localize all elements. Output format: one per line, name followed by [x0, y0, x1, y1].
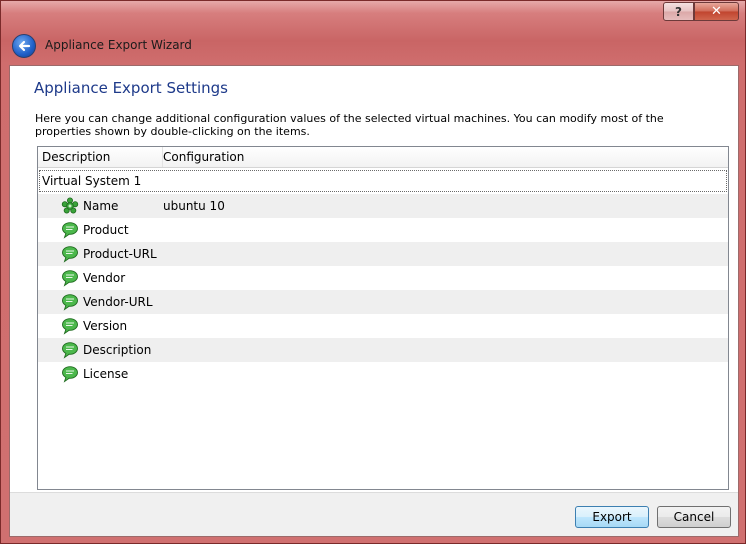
- window-title: Appliance Export Wizard: [45, 38, 192, 52]
- speech-bubble-icon: [62, 270, 78, 287]
- wizard-window: ? ✕ Appliance Export Wizard Appliance Ex…: [0, 0, 746, 544]
- wizard-client-area: Appliance Export Settings Here you can c…: [9, 65, 739, 537]
- speech-bubble-icon: [62, 222, 78, 239]
- speech-bubble-icon: [62, 366, 78, 383]
- footer-divider: [10, 492, 738, 493]
- row-label: Name: [83, 199, 119, 213]
- table-row[interactable]: Name ubuntu 10: [38, 194, 728, 218]
- column-header-configuration[interactable]: Configuration: [159, 147, 723, 167]
- speech-bubble-icon: [62, 294, 78, 311]
- speech-bubble-icon: [62, 246, 78, 263]
- tree-header: Description Configuration: [38, 147, 728, 168]
- wizard-page: Appliance Export Settings Here you can c…: [10, 66, 738, 492]
- table-row[interactable]: License: [38, 362, 728, 386]
- row-label: Vendor: [83, 271, 126, 285]
- help-button[interactable]: ?: [663, 2, 694, 21]
- row-label: Description: [83, 343, 152, 357]
- row-value: ubuntu 10: [163, 199, 225, 213]
- table-row[interactable]: Description: [38, 338, 728, 362]
- table-row[interactable]: Vendor-URL: [38, 290, 728, 314]
- cancel-button[interactable]: Cancel: [657, 506, 731, 528]
- export-button[interactable]: Export: [575, 506, 649, 528]
- speech-bubble-icon: [62, 342, 78, 359]
- speech-bubble-icon: [62, 318, 78, 335]
- settings-tree[interactable]: Description Configuration Virtual System…: [37, 146, 729, 490]
- page-description: Here you can change additional configura…: [35, 112, 664, 138]
- name-gear-icon: [61, 197, 79, 214]
- table-row[interactable]: Product: [38, 218, 728, 242]
- table-row[interactable]: Version: [38, 314, 728, 338]
- close-button[interactable]: ✕: [694, 2, 739, 21]
- page-title: Appliance Export Settings: [34, 79, 228, 97]
- table-row[interactable]: Vendor: [38, 266, 728, 290]
- tree-group-virtual-system[interactable]: Virtual System 1: [39, 170, 727, 192]
- row-label: License: [83, 367, 129, 381]
- row-label: Vendor-URL: [83, 295, 153, 309]
- column-header-description[interactable]: Description: [38, 147, 163, 167]
- tree-rows: Name ubuntu 10 Product Product-URL Vendo…: [38, 194, 728, 386]
- back-arrow-icon: [18, 40, 31, 52]
- row-label: Product-URL: [83, 247, 157, 261]
- row-label: Version: [83, 319, 128, 333]
- table-row[interactable]: Product-URL: [38, 242, 728, 266]
- row-label: Product: [83, 223, 129, 237]
- back-button[interactable]: [12, 34, 36, 58]
